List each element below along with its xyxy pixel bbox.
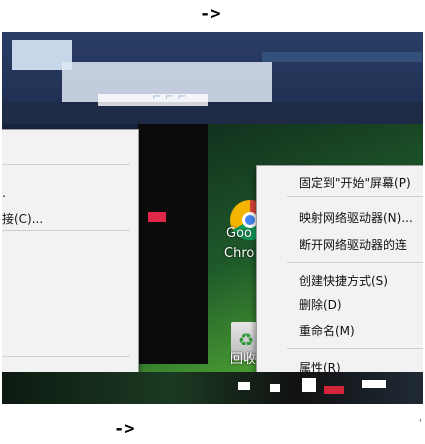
chrome-label-line2[interactable]: Chro <box>224 246 254 261</box>
menu-item[interactable]: . <box>2 186 6 200</box>
chrome-label-line1[interactable]: Goo <box>226 226 252 241</box>
corner-mark: ' <box>419 418 422 429</box>
taskbar-fragment <box>362 380 386 388</box>
menu-separator <box>2 230 130 231</box>
menu-item-disconnect-network-drive[interactable]: 断开网络驱动器的连 <box>299 236 407 253</box>
menu-separator <box>287 348 423 349</box>
menu-item-rename[interactable]: 重命名(M) <box>299 322 355 339</box>
explorer-window-top: ⌐ ⌐ ⌐ <box>2 32 423 124</box>
menu-separator <box>287 262 423 263</box>
taskbar-fragment <box>238 382 250 390</box>
window-toolbar <box>2 102 423 124</box>
menu-separator <box>2 356 130 357</box>
menu-item-pin-to-start[interactable]: 固定到"开始"屏幕(P) <box>299 174 411 191</box>
taskbar-fragment <box>324 386 344 394</box>
arrow-bottom: -> <box>114 419 135 439</box>
window-fragment <box>262 52 422 62</box>
arrow-top: -> <box>200 4 221 24</box>
taskbar <box>2 372 423 404</box>
taskbar-fragment <box>302 378 316 392</box>
desktop-dark-region <box>138 124 208 364</box>
screenshot-area: ⌐ ⌐ ⌐ . 接(C)... Goo Chro 回收站 固定到"开始"屏幕(P… <box>2 32 423 404</box>
taskbar-fragment <box>270 384 280 392</box>
menu-item-delete[interactable]: 删除(D) <box>299 296 342 313</box>
menu-separator <box>2 164 130 165</box>
red-fragment <box>148 212 166 222</box>
left-context-menu: . 接(C)... <box>2 129 139 393</box>
menu-item-create-shortcut[interactable]: 创建快捷方式(S) <box>299 272 388 289</box>
menu-item[interactable]: 接(C)... <box>2 210 43 227</box>
desktop-context-menu: 固定到"开始"屏幕(P) 映射网络驱动器(N)... 断开网络驱动器的连 创建快… <box>256 165 423 392</box>
glitch-text: ⌐ ⌐ ⌐ <box>152 90 187 103</box>
menu-item-map-network-drive[interactable]: 映射网络驱动器(N)... <box>299 209 413 226</box>
menu-separator <box>287 196 423 197</box>
